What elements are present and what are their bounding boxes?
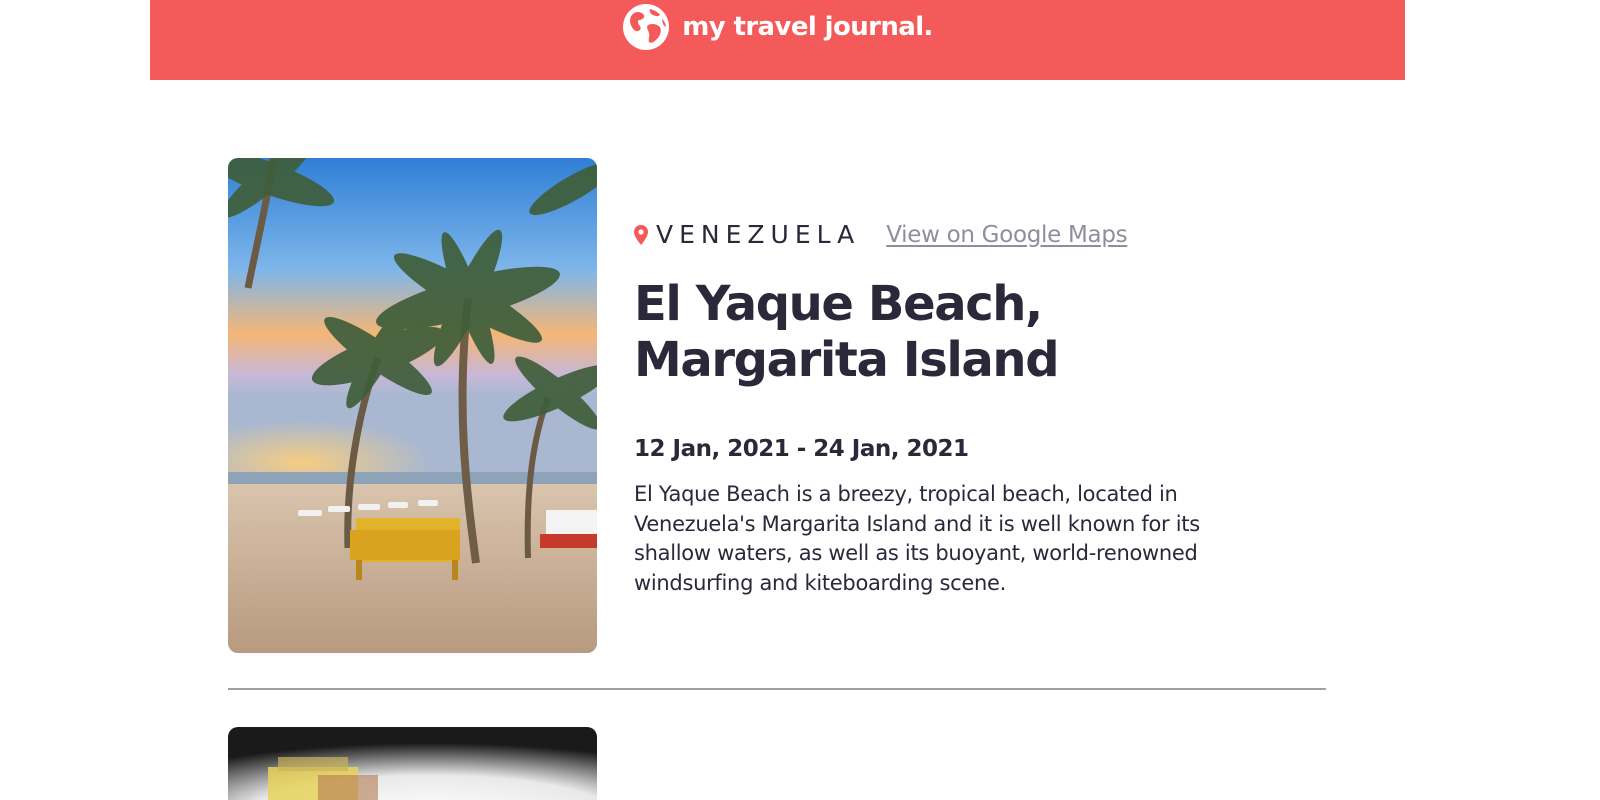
entry-description: El Yaque Beach is a breezy, tropical bea… [634,482,1200,595]
brand[interactable]: my travel journal. [622,3,933,51]
location-pin-icon [634,224,648,245]
entry-title: El Yaque Beach, Margarita Island [634,276,1060,388]
globe-icon [623,4,670,50]
journal-entry: VENEZUELA View on Google Maps El Yaque B… [228,158,1326,653]
beach-palm-trees-photo [228,158,597,653]
location-row: VENEZUELA View on Google Maps [634,220,1128,249]
app-title: my travel journal. [682,12,933,42]
travel-journal-page: my travel journal. VENEZUELA View on Goo… [0,0,1600,800]
entry-dates: 12 Jan, 2021 - 24 Jan, 2021 [634,436,969,462]
country-label: VENEZUELA [656,220,861,249]
next-entry-photo [228,727,597,800]
entry-divider [228,688,1326,690]
navbar: my travel journal. [150,0,1405,80]
view-on-google-maps-link[interactable]: View on Google Maps [886,222,1127,248]
